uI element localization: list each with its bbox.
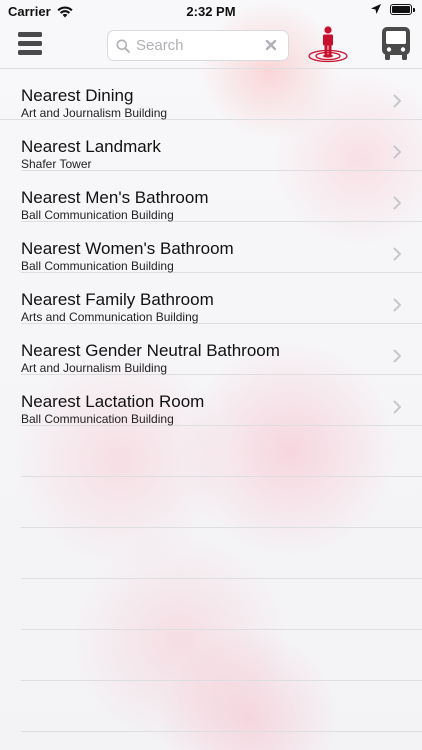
list-item-mens-bathroom[interactable]: Nearest Men's Bathroom Ball Communicatio… [21,171,422,222]
list-item-dining[interactable]: Nearest Dining Art and Journalism Buildi… [0,68,422,120]
list-item-landmark[interactable]: Nearest Landmark Shafer Tower [21,120,422,171]
search-bar[interactable] [107,30,289,61]
location-list: Nearest Dining Art and Journalism Buildi… [0,68,422,732]
list-item-family-bathroom[interactable]: Nearest Family Bathroom Arts and Communi… [21,273,422,324]
item-subtitle: Arts and Communication Building [21,310,199,324]
empty-row-divider [21,630,422,681]
empty-row-divider [21,528,422,579]
nearby-location-button[interactable] [304,24,352,64]
item-subtitle: Art and Journalism Building [21,106,168,120]
empty-row-divider [21,579,422,630]
person-location-icon [308,26,348,63]
status-time: 2:32 PM [186,4,236,19]
location-icon [371,4,381,14]
item-title: Nearest Dining [21,86,134,105]
item-subtitle: Ball Communication Building [21,259,174,273]
battery-icon [390,3,415,15]
chevron-right-icon [393,196,401,210]
empty-row-divider [21,477,422,528]
item-title: Nearest Men's Bathroom [21,188,209,207]
clear-icon[interactable] [264,38,278,52]
chevron-right-icon [393,349,401,363]
wifi-icon [57,5,73,17]
chevron-right-icon [393,94,401,108]
item-subtitle: Ball Communication Building [21,208,174,222]
menu-button[interactable] [18,30,52,56]
item-title: Nearest Landmark [21,137,161,156]
chevron-right-icon [393,247,401,261]
item-title: Nearest Lactation Room [21,392,205,411]
list-item-womens-bathroom[interactable]: Nearest Women's Bathroom Ball Communicat… [21,222,422,273]
search-icon [116,39,130,53]
search-input[interactable] [136,37,256,54]
empty-row-divider [21,426,422,477]
status-left: Carrier [8,4,73,19]
carrier-label: Carrier [8,4,51,19]
chevron-right-icon [393,400,401,414]
hamburger-menu-icon [18,32,42,55]
item-title: Nearest Family Bathroom [21,290,214,309]
nav-bar [0,22,422,68]
chevron-right-icon [393,145,401,159]
bus-icon [382,27,410,60]
chevron-right-icon [393,298,401,312]
item-subtitle: Shafer Tower [21,157,92,171]
empty-row-divider [21,681,422,732]
bus-button[interactable] [379,25,413,63]
item-subtitle: Art and Journalism Building [21,361,168,375]
item-subtitle: Ball Communication Building [21,412,174,426]
item-title: Nearest Women's Bathroom [21,239,234,258]
status-bar: Carrier 2:32 PM [0,0,422,22]
list-item-gender-neutral-bathroom[interactable]: Nearest Gender Neutral Bathroom Art and … [21,324,422,375]
list-item-lactation-room[interactable]: Nearest Lactation Room Ball Communicatio… [21,375,422,426]
status-right [370,3,415,15]
item-title: Nearest Gender Neutral Bathroom [21,341,280,360]
